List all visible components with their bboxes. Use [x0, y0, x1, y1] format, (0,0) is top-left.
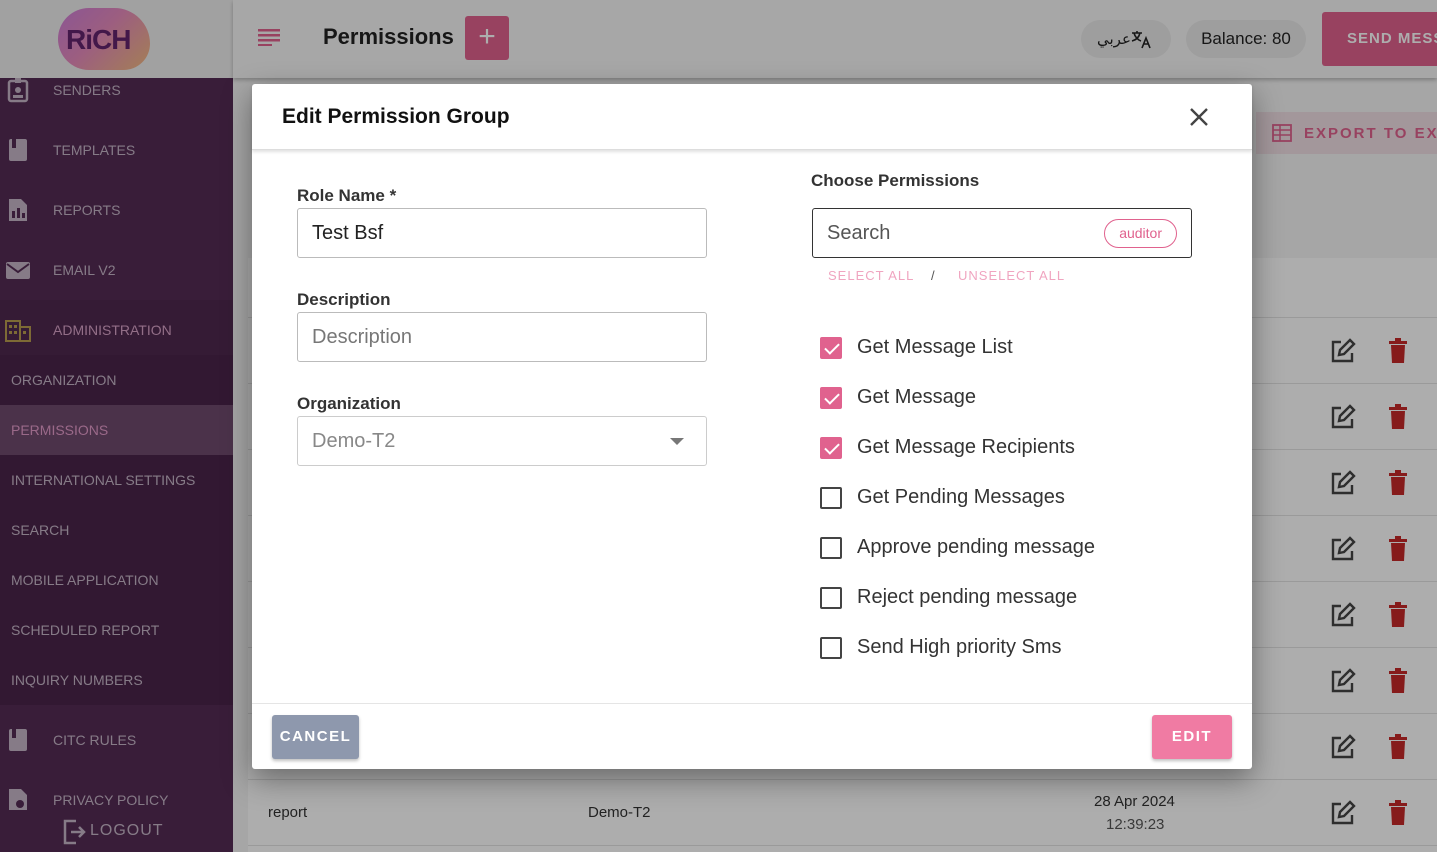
permission-label: Get Message List	[857, 336, 1013, 358]
close-icon[interactable]	[1186, 104, 1212, 130]
checkbox-unchecked[interactable]	[820, 637, 842, 659]
select-all-link[interactable]: SELECT ALL	[828, 268, 914, 283]
permission-label: Send High priority Sms	[857, 636, 1062, 658]
permission-label: Reject pending message	[857, 586, 1078, 608]
chevron-down-icon	[670, 438, 684, 445]
permission-item[interactable]: Send High priority Sms	[820, 633, 1200, 663]
permission-label: Get Pending Messages	[857, 486, 1065, 508]
organization-label: Organization	[297, 394, 401, 413]
checkbox-checked[interactable]	[820, 337, 842, 359]
role-name-input[interactable]: Test Bsf	[297, 208, 707, 258]
permission-label: Approve pending message	[857, 536, 1095, 558]
organization-value: Demo-T2	[312, 430, 396, 452]
unselect-all-link[interactable]: UNSELECT ALL	[958, 268, 1065, 283]
checkbox-unchecked[interactable]	[820, 537, 842, 559]
permission-item[interactable]: Get Message List	[820, 333, 1200, 363]
choose-permissions-label: Choose Permissions	[811, 171, 980, 190]
search-chip-auditor[interactable]: auditor	[1104, 219, 1177, 248]
edit-permission-group-dialog: Edit Permission Group Role Name * Test B…	[252, 84, 1252, 769]
permission-item[interactable]: Reject pending message	[820, 583, 1200, 613]
dialog-header: Edit Permission Group	[252, 84, 1252, 150]
checkbox-unchecked[interactable]	[820, 587, 842, 609]
search-placeholder: Search	[827, 222, 891, 244]
checkbox-checked[interactable]	[820, 387, 842, 409]
dialog-footer: CANCEL EDIT	[252, 703, 1252, 769]
checkbox-unchecked[interactable]	[820, 487, 842, 509]
permission-item[interactable]: Get Pending Messages	[820, 483, 1200, 513]
edit-button[interactable]: EDIT	[1152, 715, 1232, 759]
permission-item[interactable]: Approve pending message	[820, 533, 1200, 563]
select-separator: /	[931, 268, 936, 283]
organization-select[interactable]: Demo-T2	[297, 416, 707, 466]
permission-search-input[interactable]: Search auditor	[812, 208, 1192, 258]
role-name-label: Role Name *	[297, 186, 397, 205]
dialog-title: Edit Permission Group	[282, 105, 510, 128]
permission-label: Get Message	[857, 386, 976, 408]
permission-label: Get Message Recipients	[857, 436, 1075, 458]
permission-item[interactable]: Get Message Recipients	[820, 433, 1200, 463]
checkbox-checked[interactable]	[820, 437, 842, 459]
permission-item[interactable]: Get Message	[820, 383, 1200, 413]
cancel-button[interactable]: CANCEL	[272, 715, 359, 759]
description-input[interactable]: Description	[297, 312, 707, 362]
description-label: Description	[297, 290, 391, 309]
